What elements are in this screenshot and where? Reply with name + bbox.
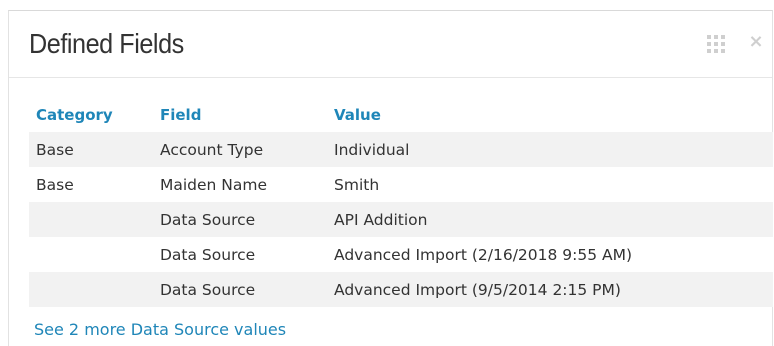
cell-category: Base	[29, 132, 153, 167]
table-row: Data Source Advanced Import (9/5/2014 2:…	[29, 272, 773, 307]
cell-field: Data Source	[153, 202, 327, 237]
panel-header: Defined Fields ×	[9, 11, 772, 78]
table-header-row: Category Field Value	[29, 98, 773, 132]
panel-title: Defined Fields	[29, 28, 184, 59]
cell-field: Account Type	[153, 132, 327, 167]
table-row: Data Source API Addition	[29, 202, 773, 237]
cell-category: Base	[29, 167, 153, 202]
cell-category	[29, 237, 153, 272]
table-row: Base Maiden Name Smith	[29, 167, 773, 202]
cell-value: Smith	[327, 167, 773, 202]
cell-field: Data Source	[153, 272, 327, 307]
cell-value: Advanced Import (2/16/2018 9:55 AM)	[327, 237, 773, 272]
defined-fields-panel: Defined Fields × Category Field Value Ba…	[8, 10, 773, 346]
column-header-category: Category	[36, 106, 113, 124]
close-icon[interactable]: ×	[747, 33, 765, 51]
column-header-value: Value	[334, 106, 381, 124]
table-row: Base Account Type Individual	[29, 132, 773, 167]
cell-category	[29, 202, 153, 237]
cell-value: API Addition	[327, 202, 773, 237]
cell-category	[29, 272, 153, 307]
cell-value: Individual	[327, 132, 773, 167]
cell-field: Maiden Name	[153, 167, 327, 202]
table-row: Data Source Advanced Import (2/16/2018 9…	[29, 237, 773, 272]
cell-value: Advanced Import (9/5/2014 2:15 PM)	[327, 272, 773, 307]
see-more-data-source-link[interactable]: See 2 more Data Source values	[34, 320, 286, 339]
cell-field: Data Source	[153, 237, 327, 272]
column-header-field: Field	[160, 106, 202, 124]
grid-icon[interactable]	[707, 35, 725, 53]
defined-fields-table: Category Field Value Base Account Type I…	[29, 98, 773, 307]
